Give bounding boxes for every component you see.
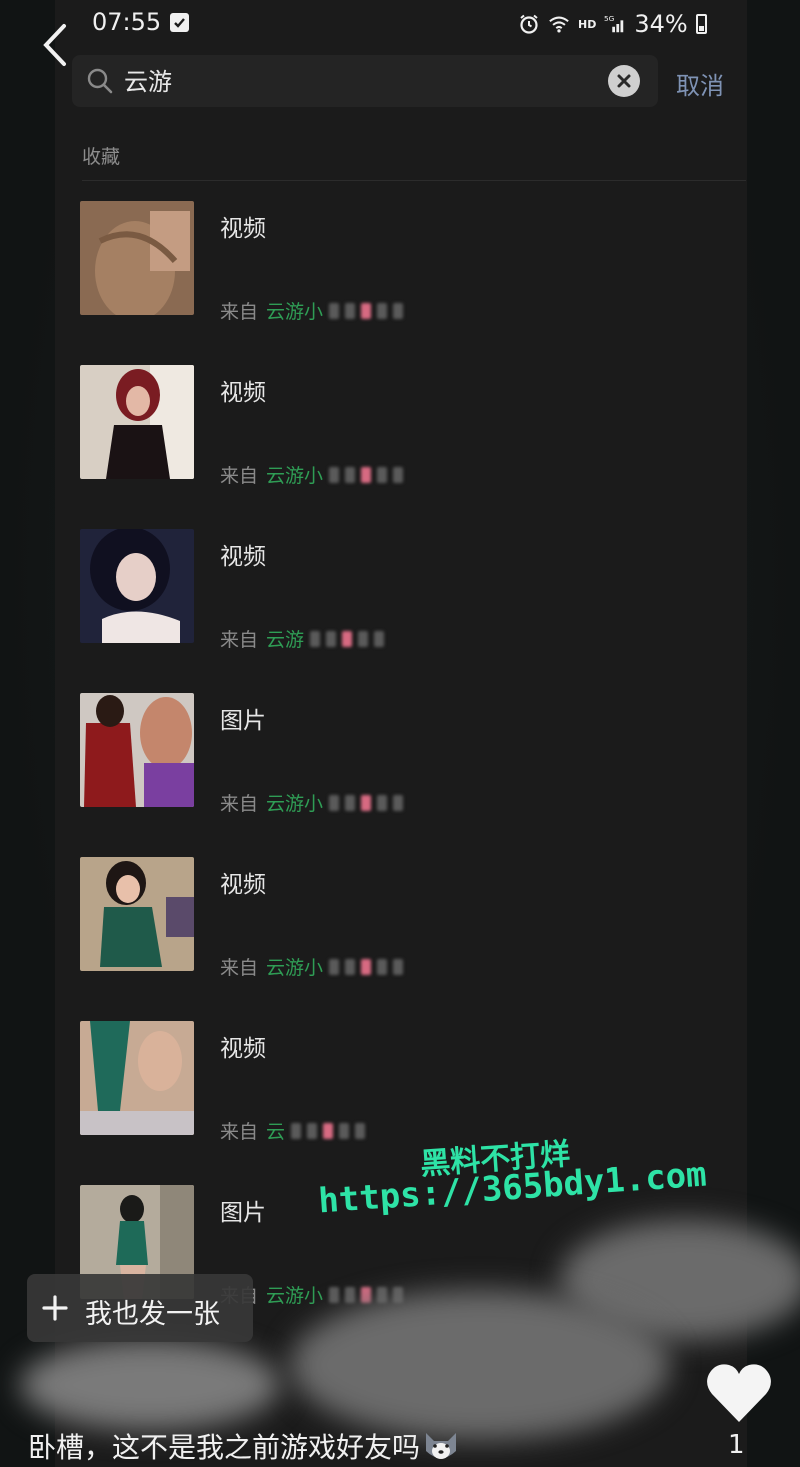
source-name: 云游 — [266, 629, 305, 651]
source-prefix: 来自 — [220, 1121, 259, 1143]
source-prefix: 来自 — [220, 465, 259, 487]
thumbnail-image — [80, 1021, 194, 1135]
divider — [82, 180, 746, 181]
obscured-text — [310, 630, 385, 647]
heart-icon — [707, 1364, 771, 1422]
thumbnail-image — [80, 693, 194, 807]
search-input[interactable] — [124, 65, 594, 93]
search-icon — [87, 68, 113, 94]
thumbnail-image — [80, 529, 194, 643]
section-label: 收藏 — [82, 146, 121, 168]
item-type-label: 图片 — [220, 708, 266, 734]
list-item[interactable]: 视频 来自 云游 — [80, 529, 746, 693]
battery-icon — [695, 14, 707, 34]
post-too-label: 我也发一张 — [85, 1299, 220, 1330]
source-prefix: 来自 — [220, 301, 259, 323]
source-name: 云游小 — [266, 301, 324, 323]
alarm-icon — [520, 14, 538, 34]
clear-search-button[interactable] — [608, 65, 640, 97]
wifi-icon — [549, 16, 569, 33]
battery-percent: 34% — [634, 10, 688, 38]
blur-smudge — [290, 1290, 670, 1440]
obscured-text — [329, 794, 404, 811]
item-type-label: 视频 — [220, 872, 266, 898]
post-too-button[interactable]: 我也发一张 — [27, 1274, 253, 1342]
list-item[interactable]: 视频 来自 云游小 — [80, 857, 746, 1021]
obscured-text — [329, 466, 404, 483]
item-type-label: 图片 — [220, 1200, 266, 1226]
thumbnail-image — [80, 857, 194, 971]
list-item[interactable]: 图片 来自 云游小 — [80, 693, 746, 857]
blur-smudge — [20, 1340, 280, 1430]
notification-check-icon — [170, 13, 189, 32]
status-icons: HD 5G 34% — [518, 10, 707, 38]
obscured-text — [291, 1122, 366, 1139]
like-count: 1 — [728, 1430, 745, 1460]
item-source: 来自 云游 — [220, 625, 385, 652]
search-bar — [72, 55, 658, 107]
source-name: 云游小 — [266, 465, 324, 487]
status-bar: 07:55 HD 5G 34% — [0, 0, 800, 48]
close-icon — [617, 74, 631, 88]
comment: 卧槽，这不是我之前游戏好友吗 — [28, 1426, 460, 1466]
item-type-label: 视频 — [220, 380, 266, 406]
husky-emoji-icon — [426, 1433, 457, 1459]
list-item[interactable]: 视频 来自 云游小 — [80, 365, 746, 529]
source-name: 云游小 — [266, 957, 324, 979]
source-prefix: 来自 — [220, 629, 259, 651]
source-name: 云游小 — [266, 1285, 324, 1307]
item-type-label: 视频 — [220, 216, 266, 242]
plus-icon — [42, 1295, 68, 1321]
cancel-button[interactable]: 取消 — [676, 66, 724, 101]
source-prefix: 来自 — [220, 957, 259, 979]
obscured-text — [329, 958, 404, 975]
status-time: 07:55 — [92, 8, 162, 36]
item-type-label: 视频 — [220, 1036, 266, 1062]
list-item[interactable]: 视频 来自 云游小 — [80, 201, 746, 365]
obscured-text — [329, 302, 404, 319]
item-source: 来自 云游小 — [220, 789, 404, 816]
thumbnail-image — [80, 365, 194, 479]
like-button[interactable] — [704, 1360, 774, 1426]
source-name: 云 — [266, 1121, 286, 1143]
source-name: 云游小 — [266, 793, 324, 815]
thumbnail-image — [80, 201, 194, 315]
item-source: 来自 云游小 — [220, 953, 404, 980]
signal-label: 5G — [604, 14, 615, 23]
comment-text: 卧槽，这不是我之前游戏好友吗 — [28, 1431, 421, 1464]
item-source: 来自 云游小 — [220, 297, 404, 324]
item-type-label: 视频 — [220, 544, 266, 570]
hd-indicator: HD — [578, 17, 597, 31]
item-source: 来自 云游小 — [220, 461, 404, 488]
item-source: 来自 云 — [220, 1117, 366, 1144]
source-prefix: 来自 — [220, 793, 259, 815]
signal-icon: 5G — [604, 14, 624, 33]
